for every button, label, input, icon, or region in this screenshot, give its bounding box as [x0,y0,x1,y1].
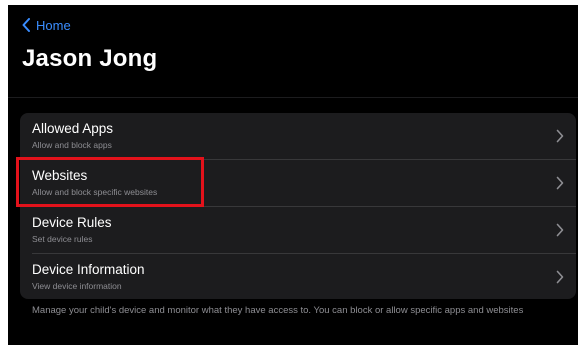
chevron-left-icon [22,18,30,32]
allowed-apps-row[interactable]: Allowed Apps Allow and block apps [20,113,576,159]
device-information-row[interactable]: Device Information View device informati… [20,254,576,299]
row-title: Websites [32,168,88,183]
back-button[interactable]: Home [22,15,71,35]
chevron-right-icon [556,129,564,143]
device-rules-row[interactable]: Device Rules Set device rules [20,207,576,253]
chevron-right-icon [556,176,564,190]
row-subtitle: View device information [32,281,122,291]
device-settings-screen: Home Jason Jong Allowed Apps Allow and b… [8,5,578,345]
row-title: Device Rules [32,215,112,230]
back-button-label: Home [36,17,71,33]
chevron-right-icon [556,270,564,284]
row-title: Device Information [32,262,145,277]
header-divider [8,97,578,98]
chevron-right-icon [556,223,564,237]
websites-row[interactable]: Websites Allow and block specific websit… [20,160,576,206]
row-subtitle: Allow and block specific websites [32,187,158,197]
row-subtitle: Set device rules [32,234,93,244]
footer-note: Manage your child's device and monitor w… [32,305,524,316]
row-subtitle: Allow and block apps [32,140,112,150]
settings-list: Allowed Apps Allow and block apps Websit… [20,113,576,299]
page-title: Jason Jong [22,45,158,72]
row-title: Allowed Apps [32,121,114,136]
